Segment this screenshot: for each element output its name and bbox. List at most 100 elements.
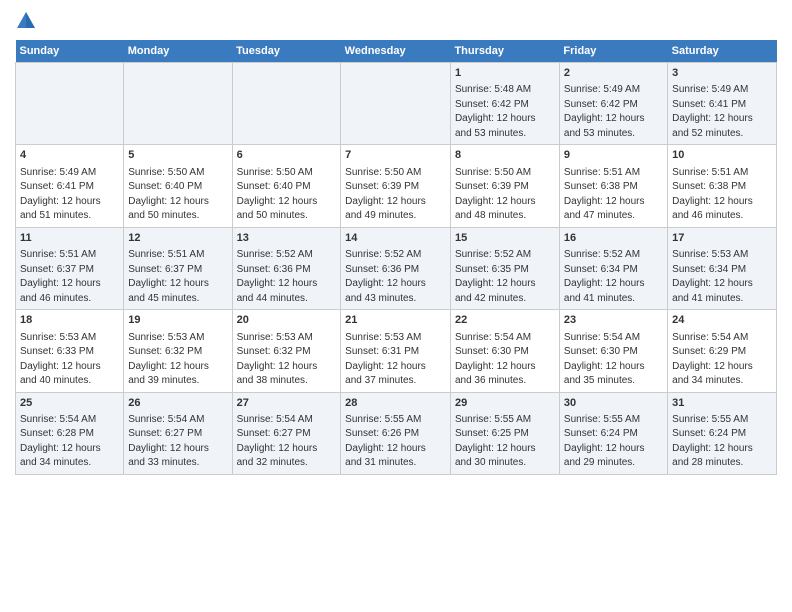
day-content: Sunrise: 5:48 AM Sunset: 6:42 PM Dayligh… <box>455 83 555 141</box>
day-number: 4 <box>20 148 119 163</box>
day-number: 1 <box>455 66 555 81</box>
day-content: Sunrise: 5:54 AM Sunset: 6:27 PM Dayligh… <box>237 413 337 471</box>
day-content: Sunrise: 5:52 AM Sunset: 6:36 PM Dayligh… <box>345 248 446 306</box>
day-number: 20 <box>237 313 337 328</box>
day-content: Sunrise: 5:51 AM Sunset: 6:38 PM Dayligh… <box>564 166 663 224</box>
header-row: SundayMondayTuesdayWednesdayThursdayFrid… <box>16 40 777 63</box>
calendar-cell: 5 Sunrise: 5:50 AM Sunset: 6:40 PM Daylig… <box>124 145 232 227</box>
calendar-cell: 9 Sunrise: 5:51 AM Sunset: 6:38 PM Daylig… <box>559 145 667 227</box>
calendar-cell: 1 Sunrise: 5:48 AM Sunset: 6:42 PM Daylig… <box>450 63 559 145</box>
day-number: 10 <box>672 148 772 163</box>
logo-icon <box>15 10 37 32</box>
col-header-tuesday: Tuesday <box>232 40 341 63</box>
day-content: Sunrise: 5:54 AM Sunset: 6:30 PM Dayligh… <box>455 331 555 389</box>
logo <box>15 10 41 32</box>
day-number: 3 <box>672 66 772 81</box>
calendar-cell: 15 Sunrise: 5:52 AM Sunset: 6:35 PM Dayli… <box>450 227 559 309</box>
calendar-table: SundayMondayTuesdayWednesdayThursdayFrid… <box>15 40 777 475</box>
day-number: 11 <box>20 231 119 246</box>
day-number: 8 <box>455 148 555 163</box>
day-number: 16 <box>564 231 663 246</box>
day-content: Sunrise: 5:49 AM Sunset: 6:41 PM Dayligh… <box>672 83 772 141</box>
day-content: Sunrise: 5:54 AM Sunset: 6:30 PM Dayligh… <box>564 331 663 389</box>
calendar-cell: 28Sunrise: 5:55 AM Sunset: 6:26 PM Dayli… <box>341 392 451 474</box>
day-number: 5 <box>128 148 227 163</box>
calendar-cell: 17 Sunrise: 5:53 AM Sunset: 6:34 PM Dayli… <box>668 227 777 309</box>
day-number: 6 <box>237 148 337 163</box>
calendar-cell: 2Sunrise: 5:49 AM Sunset: 6:42 PM Daylig… <box>559 63 667 145</box>
day-content: Sunrise: 5:53 AM Sunset: 6:33 PM Dayligh… <box>20 331 119 389</box>
day-content: Sunrise: 5:54 AM Sunset: 6:29 PM Dayligh… <box>672 331 772 389</box>
calendar-cell <box>124 63 232 145</box>
day-content: Sunrise: 5:51 AM Sunset: 6:37 PM Dayligh… <box>20 248 119 306</box>
week-row-2: 4 Sunrise: 5:49 AM Sunset: 6:41 PM Daylig… <box>16 145 777 227</box>
day-content: Sunrise: 5:50 AM Sunset: 6:40 PM Dayligh… <box>237 166 337 224</box>
calendar-cell: 21 Sunrise: 5:53 AM Sunset: 6:31 PM Dayli… <box>341 310 451 392</box>
day-content: Sunrise: 5:51 AM Sunset: 6:37 PM Dayligh… <box>128 248 227 306</box>
calendar-cell: 6 Sunrise: 5:50 AM Sunset: 6:40 PM Daylig… <box>232 145 341 227</box>
col-header-monday: Monday <box>124 40 232 63</box>
day-number: 17 <box>672 231 772 246</box>
day-content: Sunrise: 5:55 AM Sunset: 6:26 PM Dayligh… <box>345 413 446 471</box>
day-number: 31 <box>672 396 772 411</box>
calendar-cell: 25 Sunrise: 5:54 AM Sunset: 6:28 PM Dayli… <box>16 392 124 474</box>
calendar-cell: 7Sunrise: 5:50 AM Sunset: 6:39 PM Daylig… <box>341 145 451 227</box>
day-content: Sunrise: 5:52 AM Sunset: 6:35 PM Dayligh… <box>455 248 555 306</box>
day-content: Sunrise: 5:54 AM Sunset: 6:28 PM Dayligh… <box>20 413 119 471</box>
day-number: 26 <box>128 396 227 411</box>
calendar-cell <box>341 63 451 145</box>
week-row-1: 1 Sunrise: 5:48 AM Sunset: 6:42 PM Daylig… <box>16 63 777 145</box>
day-content: Sunrise: 5:53 AM Sunset: 6:32 PM Dayligh… <box>128 331 227 389</box>
day-number: 25 <box>20 396 119 411</box>
day-number: 7 <box>345 148 446 163</box>
day-content: Sunrise: 5:55 AM Sunset: 6:24 PM Dayligh… <box>672 413 772 471</box>
day-number: 29 <box>455 396 555 411</box>
day-number: 9 <box>564 148 663 163</box>
calendar-cell: 13 Sunrise: 5:52 AM Sunset: 6:36 PM Dayli… <box>232 227 341 309</box>
calendar-cell: 30 Sunrise: 5:55 AM Sunset: 6:24 PM Dayli… <box>559 392 667 474</box>
calendar-cell: 29Sunrise: 5:55 AM Sunset: 6:25 PM Dayli… <box>450 392 559 474</box>
day-content: Sunrise: 5:52 AM Sunset: 6:36 PM Dayligh… <box>237 248 337 306</box>
day-number: 14 <box>345 231 446 246</box>
calendar-cell: 11 Sunrise: 5:51 AM Sunset: 6:37 PM Dayli… <box>16 227 124 309</box>
col-header-friday: Friday <box>559 40 667 63</box>
day-number: 15 <box>455 231 555 246</box>
calendar-cell: 12 Sunrise: 5:51 AM Sunset: 6:37 PM Dayli… <box>124 227 232 309</box>
calendar-cell: 16 Sunrise: 5:52 AM Sunset: 6:34 PM Dayli… <box>559 227 667 309</box>
calendar-cell: 31 Sunrise: 5:55 AM Sunset: 6:24 PM Dayli… <box>668 392 777 474</box>
calendar-cell: 20Sunrise: 5:53 AM Sunset: 6:32 PM Dayli… <box>232 310 341 392</box>
week-row-5: 25 Sunrise: 5:54 AM Sunset: 6:28 PM Dayli… <box>16 392 777 474</box>
day-content: Sunrise: 5:54 AM Sunset: 6:27 PM Dayligh… <box>128 413 227 471</box>
day-number: 21 <box>345 313 446 328</box>
calendar-cell: 22 Sunrise: 5:54 AM Sunset: 6:30 PM Dayli… <box>450 310 559 392</box>
calendar-cell <box>232 63 341 145</box>
col-header-wednesday: Wednesday <box>341 40 451 63</box>
day-content: Sunrise: 5:52 AM Sunset: 6:34 PM Dayligh… <box>564 248 663 306</box>
day-content: Sunrise: 5:50 AM Sunset: 6:40 PM Dayligh… <box>128 166 227 224</box>
day-content: Sunrise: 5:50 AM Sunset: 6:39 PM Dayligh… <box>455 166 555 224</box>
day-content: Sunrise: 5:55 AM Sunset: 6:24 PM Dayligh… <box>564 413 663 471</box>
calendar-cell: 23 Sunrise: 5:54 AM Sunset: 6:30 PM Dayli… <box>559 310 667 392</box>
calendar-cell: 10 Sunrise: 5:51 AM Sunset: 6:38 PM Dayli… <box>668 145 777 227</box>
col-header-thursday: Thursday <box>450 40 559 63</box>
day-number: 18 <box>20 313 119 328</box>
day-content: Sunrise: 5:51 AM Sunset: 6:38 PM Dayligh… <box>672 166 772 224</box>
page-container: SundayMondayTuesdayWednesdayThursdayFrid… <box>0 0 792 485</box>
calendar-cell: 14 Sunrise: 5:52 AM Sunset: 6:36 PM Dayli… <box>341 227 451 309</box>
day-content: Sunrise: 5:53 AM Sunset: 6:31 PM Dayligh… <box>345 331 446 389</box>
day-number: 13 <box>237 231 337 246</box>
calendar-cell: 18 Sunrise: 5:53 AM Sunset: 6:33 PM Dayli… <box>16 310 124 392</box>
col-header-saturday: Saturday <box>668 40 777 63</box>
col-header-sunday: Sunday <box>16 40 124 63</box>
calendar-cell: 3 Sunrise: 5:49 AM Sunset: 6:41 PM Daylig… <box>668 63 777 145</box>
calendar-cell: 19 Sunrise: 5:53 AM Sunset: 6:32 PM Dayli… <box>124 310 232 392</box>
week-row-4: 18 Sunrise: 5:53 AM Sunset: 6:33 PM Dayli… <box>16 310 777 392</box>
day-number: 23 <box>564 313 663 328</box>
day-number: 19 <box>128 313 227 328</box>
day-number: 30 <box>564 396 663 411</box>
day-number: 22 <box>455 313 555 328</box>
day-content: Sunrise: 5:53 AM Sunset: 6:34 PM Dayligh… <box>672 248 772 306</box>
calendar-cell: 8 Sunrise: 5:50 AM Sunset: 6:39 PM Daylig… <box>450 145 559 227</box>
day-number: 12 <box>128 231 227 246</box>
day-content: Sunrise: 5:49 AM Sunset: 6:41 PM Dayligh… <box>20 166 119 224</box>
